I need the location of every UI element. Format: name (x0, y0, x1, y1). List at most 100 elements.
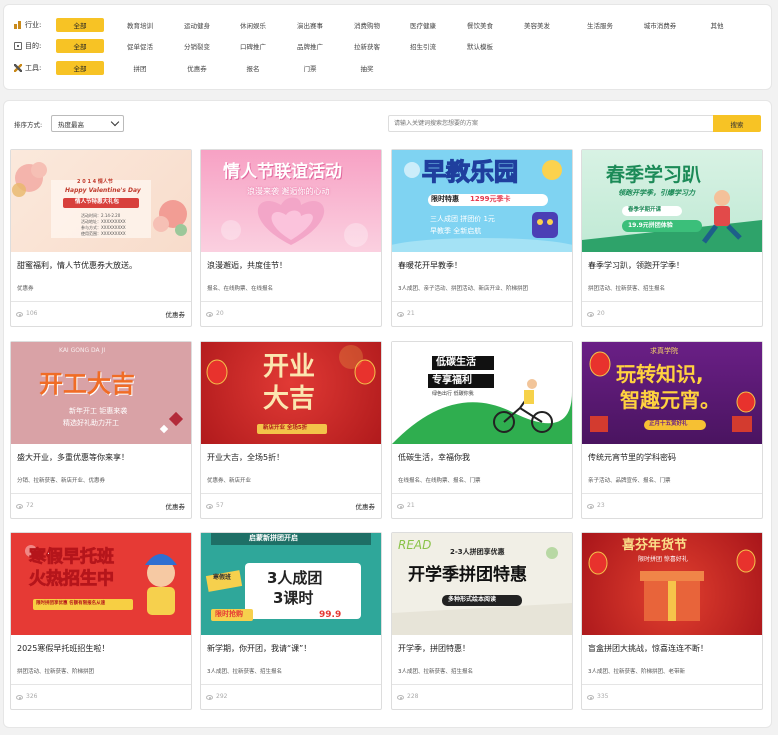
industry-option-other[interactable]: 其他 (693, 18, 741, 32)
poster-headline: 寒假早托班 (29, 547, 115, 567)
view-count: 20 (597, 310, 605, 317)
template-card[interactable]: 春季学习趴 领跑开学季，引爆学习力 春季学期开课 19.9元拼团体验 春季学习趴… (581, 149, 763, 327)
tool-option-coupon[interactable]: 优惠券 (173, 61, 221, 75)
chevron-down-icon (110, 117, 120, 127)
template-thumbnail[interactable]: 开业 大吉 新店开业 全场5折 (201, 342, 381, 444)
goal-option-distribution[interactable]: 分销裂变 (173, 39, 221, 53)
card-footer: 57 优惠券 (201, 493, 381, 519)
goal-icon (14, 42, 22, 50)
template-card[interactable]: 启蒙新拼团开启 寒假班 3人成团 3课时 限时抢购 99.9 新学期，你开团，我… (200, 532, 382, 710)
card-footer: 106 优惠券 (11, 301, 191, 327)
template-card[interactable]: 2 0 1 4 情人节 Happy Valentine's Day 情人节特惠大… (10, 149, 192, 327)
card-tags: 分销、拉新获客、新店开业、优惠券 (17, 478, 106, 484)
template-thumbnail[interactable]: 喜芬年货节 限时拼团 惊喜好礼 (582, 533, 762, 635)
card-title: 春暖花开早教季！ (398, 261, 462, 270)
goal-filter-row: 目的: 全部 促单促活 分销裂变 口碑推广 品牌推广 拉新获客 招生引流 默认模… (4, 38, 771, 54)
card-footer: 228 (392, 684, 572, 710)
goal-option-enrollment[interactable]: 招生引流 (399, 39, 447, 53)
template-thumbnail[interactable]: 早教乐园 限时特惠 1299元季卡 三人成团 拼团价 1元 早教季 全新启航 (392, 150, 572, 252)
template-thumbnail[interactable]: KAI GONG DA JI 开工大吉 新年开工 钜惠来袭 精选好礼助力开工 (11, 342, 191, 444)
card-footer: 72 优惠券 (11, 493, 191, 519)
industry-option-medical[interactable]: 医疗健康 (399, 18, 447, 32)
poster-text: 参与方式：XXXXXXXXX (81, 225, 126, 230)
industry-option-all[interactable]: 全部 (56, 18, 104, 32)
template-card[interactable]: KAI GONG DA JI 开工大吉 新年开工 钜惠来袭 精选好礼助力开工 盛… (10, 341, 192, 519)
card-tags: 3人成团、拉新获客、阶梯拼团、老带新 (588, 669, 686, 675)
poster-banner: 正月十五赏好礼 (644, 420, 706, 430)
tool-option-all[interactable]: 全部 (56, 61, 104, 75)
poster-headline: 智趣元宵。 (620, 388, 720, 412)
poster-banner: 春季学期开课 (622, 206, 682, 216)
goal-option-brand[interactable]: 品牌推广 (286, 39, 334, 53)
template-card[interactable]: 开业 大吉 新店开业 全场5折 开业大吉，全场5折！ 优惠券、新店开业 57 优惠… (200, 341, 382, 519)
template-card[interactable]: 求真学院 玩转知识, 智趣元宵。 正月十五赏好礼 传统元宵节里的学科密码 亲子活… (581, 341, 763, 519)
poster-headline: 火热招生中 (29, 569, 115, 589)
poster-headline: 情人节联谊活动 (223, 162, 342, 182)
industry-option-beauty[interactable]: 美容美发 (513, 18, 561, 32)
search-input[interactable] (388, 115, 714, 132)
tool-icon (14, 64, 22, 72)
template-thumbnail[interactable]: READ 2-3人拼团享优惠 开学季拼团特惠 多种形式绘本阅读 (392, 533, 572, 635)
template-thumbnail[interactable]: 启蒙新拼团开启 寒假班 3人成团 3课时 限时抢购 99.9 (201, 533, 381, 635)
poster-text: Happy Valentine's Day (65, 187, 141, 194)
template-thumbnail[interactable]: 低碳生活 专享福利 绿色出行 低碳你我 (392, 342, 572, 444)
template-card[interactable]: 早教乐园 限时特惠 1299元季卡 三人成团 拼团价 1元 早教季 全新启航 春… (391, 149, 573, 327)
eye-icon (397, 312, 404, 317)
tool-label-text: 工具: (25, 64, 42, 72)
template-thumbnail[interactable]: 求真学院 玩转知识, 智趣元宵。 正月十五赏好礼 (582, 342, 762, 444)
tool-option-lottery[interactable]: 抽奖 (343, 61, 391, 75)
industry-option-city-voucher[interactable]: 城市消费券 (634, 18, 686, 32)
poster-text: 精选好礼助力开工 (63, 419, 119, 427)
search-button[interactable]: 搜索 (713, 115, 761, 132)
template-card[interactable]: 情人节联谊活动 浪漫来袭 邂逅你的心动 浪漫邂逅，共度佳节！ 报名、在线购票、在… (200, 149, 382, 327)
template-card[interactable]: 低碳生活 专享福利 绿色出行 低碳你我 低碳生活，幸福你我 在线报名、在线购票、… (391, 341, 573, 519)
goal-option-default-template[interactable]: 默认模板 (456, 39, 504, 53)
goal-option-acquisition[interactable]: 拉新获客 (343, 39, 391, 53)
industry-icon (14, 21, 22, 29)
view-count: 72 (26, 502, 34, 509)
card-tags: 拼团活动、拉新获客、阶梯拼团 (17, 669, 95, 675)
template-card[interactable]: 喜芬年货节 限时拼团 惊喜好礼 盲盒拼团大挑战，惊喜连连不断！ 3人成团、拉新获… (581, 532, 763, 710)
template-thumbnail[interactable]: 春季学习趴 领跑开学季，引爆学习力 春季学期开课 19.9元拼团体验 (582, 150, 762, 252)
industry-option-shopping[interactable]: 消费购物 (343, 18, 391, 32)
template-thumbnail[interactable]: 2 0 1 4 情人节 Happy Valentine's Day 情人节特惠大… (11, 150, 191, 252)
card-tags: 优惠券 (17, 286, 34, 292)
industry-option-education[interactable]: 教育培训 (116, 18, 164, 32)
tool-option-signup[interactable]: 报名 (229, 61, 277, 75)
sort-select[interactable]: 热度最高 (51, 115, 124, 132)
poster-text: 正月十五赏好礼 (649, 421, 688, 427)
template-thumbnail[interactable]: 情人节联谊活动 浪漫来袭 邂逅你的心动 (201, 150, 381, 252)
industry-option-food[interactable]: 餐饮美食 (456, 18, 504, 32)
industry-filter-row: 行业: 全部 教育培训 运动健身 休闲娱乐 演出赛事 消费购物 医疗健康 餐饮美… (4, 17, 771, 33)
card-footer: 21 (392, 301, 572, 327)
goal-option-word-of-mouth[interactable]: 口碑推广 (229, 39, 277, 53)
poster-text: 活动地址：XXXXXXXXX (81, 219, 126, 224)
tool-option-ticket[interactable]: 门票 (286, 61, 334, 75)
industry-option-fitness[interactable]: 运动健身 (173, 18, 221, 32)
industry-label-text: 行业: (25, 21, 42, 29)
card-title: 春季学习趴，领跑开学季！ (588, 261, 684, 270)
poster-subtitle: 浪漫来袭 邂逅你的心动 (247, 187, 330, 196)
industry-option-leisure[interactable]: 休闲娱乐 (229, 18, 277, 32)
industry-option-life-service[interactable]: 生活服务 (576, 18, 624, 32)
template-card[interactable]: READ 2-3人拼团享优惠 开学季拼团特惠 多种形式绘本阅读 开学季，拼团特惠… (391, 532, 573, 710)
goal-option-promote-orders[interactable]: 促单促活 (116, 39, 164, 53)
poster-subtitle: 领跑开学季，引爆学习力 (618, 189, 695, 197)
card-title: 低碳生活，幸福你我 (398, 453, 470, 462)
poster-text: 1299元季卡 (470, 195, 511, 203)
view-count: 21 (407, 502, 415, 509)
goal-option-all[interactable]: 全部 (56, 39, 104, 53)
card-title: 甜蜜福利，情人节优惠券大放送。 (17, 261, 137, 270)
template-thumbnail[interactable]: 寒假早托班 火热招生中 限时拼团享优惠 名额有限报名从速 (11, 533, 191, 635)
view-count: 106 (26, 310, 38, 317)
poster-headline: 早教乐园 (421, 158, 518, 186)
sort-value: 热度最高 (58, 120, 84, 129)
view-count: 20 (216, 310, 224, 317)
industry-label: 行业: (14, 19, 41, 31)
template-card[interactable]: 寒假早托班 火热招生中 限时拼团享优惠 名额有限报名从速 2025寒假早托班招生… (10, 532, 192, 710)
poster-banner: 限时抢购 (211, 609, 253, 621)
tool-option-group-buy[interactable]: 拼团 (116, 61, 164, 75)
industry-option-shows[interactable]: 演出赛事 (286, 18, 334, 32)
eye-icon (206, 504, 213, 509)
poster-text: 情人节特惠大礼包 (75, 199, 120, 205)
